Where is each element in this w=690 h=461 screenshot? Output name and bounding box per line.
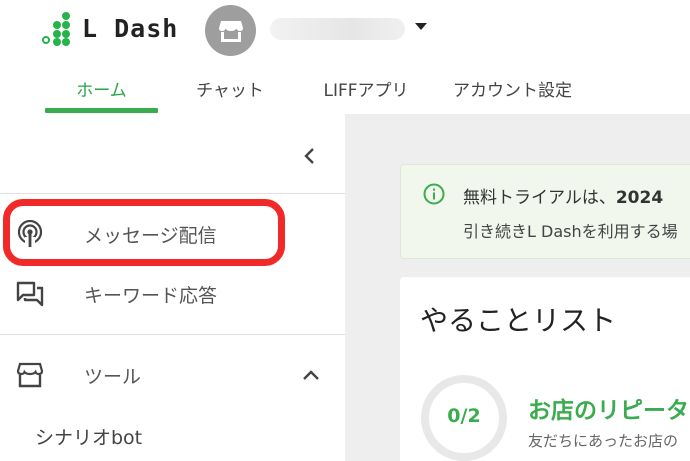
sidebar-subitem-scenario-bot[interactable]: シナリオbot <box>35 423 142 450</box>
tab-account-settings[interactable]: アカウント設定 <box>440 62 585 114</box>
trial-notice-subtext: 引き続きL Dashを利用する場 <box>463 222 678 241</box>
trial-notice-text: 無料トライアルは、2024 <box>463 188 664 208</box>
sidebar-item-label: ツール <box>84 365 142 388</box>
chat-bubbles-icon <box>16 281 44 307</box>
task-title[interactable]: お店のリピータ <box>528 391 689 425</box>
broadcast-icon <box>17 220 43 248</box>
store-icon <box>16 362 44 388</box>
sidebar-item-label: メッセージ配信 <box>84 224 217 247</box>
todo-card: やることリスト 0/2 お店のリピータ 友だちにあったお店の <box>400 277 690 461</box>
main-content: 無料トライアルは、2024 引き続きL Dashを利用する場 やることリスト 0… <box>345 114 690 461</box>
trial-notice: 無料トライアルは、2024 引き続きL Dashを利用する場 <box>400 164 690 259</box>
progress-count: 0/2 <box>447 405 481 427</box>
tab-liff-app[interactable]: LIFFアプリ <box>310 62 422 114</box>
task-description: 友だちにあったお店の <box>528 432 679 450</box>
tab-chat[interactable]: チャット <box>180 62 280 114</box>
sidebar-item-message-broadcast[interactable]: メッセージ配信 <box>0 209 345 259</box>
tab-home[interactable]: ホーム <box>45 62 158 114</box>
sidebar-divider <box>0 193 345 194</box>
sidebar-divider <box>0 334 345 335</box>
sidebar-item-keyword-response[interactable]: キーワード応答 <box>0 269 345 319</box>
caret-down-icon[interactable] <box>414 20 428 32</box>
todo-title: やることリスト <box>420 304 617 337</box>
brand-logo[interactable]: L Dash <box>40 8 178 48</box>
account-name-blurred[interactable] <box>270 18 405 40</box>
active-tab-indicator <box>45 108 158 113</box>
logo-text: L Dash <box>82 13 179 43</box>
sidebar: メッセージ配信 キーワード応答 ツール シナリオbot <box>0 114 345 461</box>
app-root: L Dash ホーム チャット LIFFアプリ アカウント設定 メッセージ配信 … <box>0 0 690 461</box>
sidebar-item-label: キーワード応答 <box>84 284 218 307</box>
chevron-left-icon[interactable] <box>298 144 322 168</box>
store-icon <box>218 20 243 42</box>
sidebar-item-tools[interactable]: ツール <box>0 350 345 400</box>
chevron-up-icon[interactable] <box>299 363 323 387</box>
account-avatar[interactable] <box>205 5 256 56</box>
info-icon <box>423 183 445 205</box>
main-tabs: ホーム チャット LIFFアプリ アカウント設定 <box>0 62 690 114</box>
logo-dots-icon <box>40 10 76 46</box>
